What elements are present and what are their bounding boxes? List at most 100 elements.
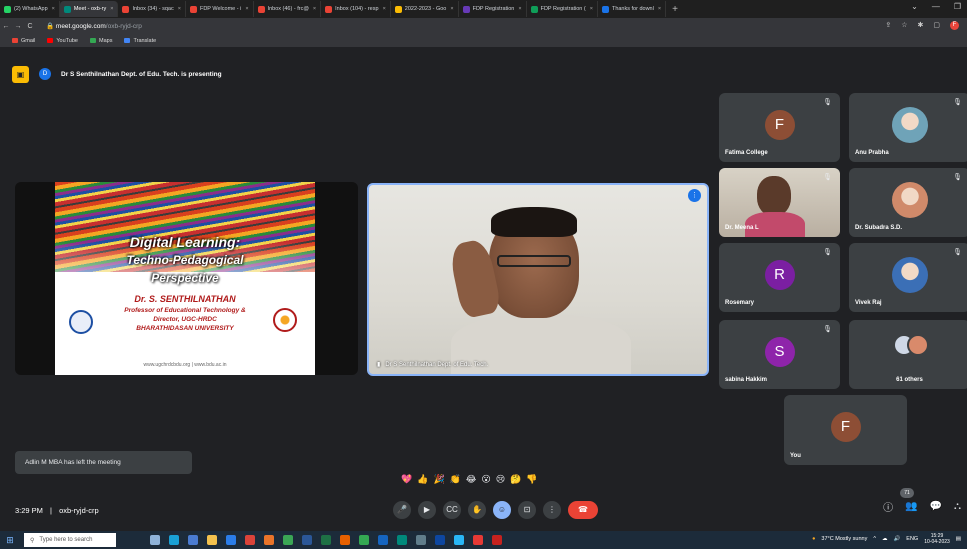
tray-overflow-icon[interactable]: ^: [873, 536, 876, 542]
participant-tile[interactable]: 🎙 Vivek Raj: [849, 243, 967, 312]
close-tab-icon[interactable]: ×: [178, 6, 181, 12]
network-icon[interactable]: ☁: [882, 536, 888, 542]
close-tab-icon[interactable]: ×: [590, 6, 593, 12]
reload-icon[interactable]: C: [24, 23, 36, 30]
close-tab-icon[interactable]: ×: [52, 6, 55, 12]
chat-icon[interactable]: 💬: [930, 501, 942, 512]
info-icon[interactable]: ⓘ: [883, 499, 893, 514]
share-icon[interactable]: ⇪: [885, 21, 891, 30]
close-tab-icon[interactable]: ×: [658, 6, 661, 12]
bookmark-item[interactable]: Maps: [90, 38, 112, 44]
reaction-emoji[interactable]: 👏: [450, 474, 461, 485]
participant-tile[interactable]: 🎙 Anu Prabha: [849, 93, 967, 162]
participant-tile[interactable]: 🎙 Dr. Meena L: [719, 168, 840, 237]
browser-tab[interactable]: FDP Welcome - i ×: [186, 1, 254, 17]
taskbar-search-input[interactable]: ⚲ Type here to search: [24, 533, 116, 547]
browser-tab[interactable]: Meet - oxb-ry ×: [59, 1, 119, 17]
profile-avatar[interactable]: F: [950, 21, 959, 30]
participant-tile[interactable]: S 🎙 sabina Hakkim: [719, 320, 840, 389]
active-speaker-tile[interactable]: ⋮ ▮ Dr S Senthilnathan Dept. of Edu. Tec…: [367, 183, 709, 376]
reaction-emoji[interactable]: 👎: [526, 474, 537, 485]
bookmark-star-icon[interactable]: ☆: [901, 21, 907, 30]
maximize-button[interactable]: ❐: [954, 2, 961, 11]
back-icon[interactable]: ←: [0, 23, 12, 30]
captions-button[interactable]: CC: [443, 501, 461, 519]
bookmark-item[interactable]: Gmail: [12, 38, 35, 44]
app-green-icon[interactable]: [283, 535, 293, 545]
app-teal-icon[interactable]: [397, 535, 407, 545]
activities-icon[interactable]: ⛬: [954, 501, 961, 512]
close-tab-icon[interactable]: ×: [383, 6, 386, 12]
camera-button[interactable]: ▶: [418, 501, 436, 519]
app-gray-icon[interactable]: [416, 535, 426, 545]
taskbar-clock[interactable]: 15:29 10-04-2023: [924, 533, 950, 545]
opera-icon[interactable]: [473, 535, 483, 545]
app-blue-icon[interactable]: [378, 535, 388, 545]
new-tab-button[interactable]: +: [666, 4, 684, 15]
browser-tab[interactable]: Thanks for downl ×: [598, 1, 667, 17]
url-field[interactable]: 🔒 meet.google.com/oxb-ryjd-crp: [46, 22, 142, 30]
browser-tab[interactable]: Inbox (34) - sqac ×: [118, 1, 186, 17]
app-red-icon[interactable]: [245, 535, 255, 545]
word-icon[interactable]: [302, 535, 312, 545]
close-tab-icon[interactable]: ×: [245, 6, 248, 12]
reaction-emoji[interactable]: 🎉: [433, 474, 444, 485]
sidebar-icon[interactable]: ▢: [933, 21, 940, 30]
minimize-button[interactable]: —: [932, 2, 940, 11]
forward-icon[interactable]: →: [12, 23, 24, 30]
close-tab-icon[interactable]: ×: [518, 6, 521, 12]
more-options-button[interactable]: ⋮: [543, 501, 561, 519]
app-dark-icon[interactable]: [435, 535, 445, 545]
close-tab-icon[interactable]: ×: [450, 6, 453, 12]
leave-call-button[interactable]: ☎: [568, 501, 598, 519]
weather-text[interactable]: 37°C Mostly sunny: [821, 536, 867, 542]
close-tab-icon[interactable]: ×: [313, 6, 316, 12]
browser-tab[interactable]: Inbox (46) - frc@ ×: [254, 1, 322, 17]
excel-icon[interactable]: [321, 535, 331, 545]
people-icon[interactable]: 👥: [905, 501, 917, 512]
start-button-icon[interactable]: ⊞: [0, 535, 20, 546]
browser-tab[interactable]: (2) WhatsApp ×: [0, 1, 60, 17]
explorer-icon[interactable]: [207, 535, 217, 545]
bookmark-item[interactable]: YouTube: [47, 38, 78, 44]
reaction-emoji[interactable]: 😂: [466, 474, 477, 485]
microphone-button[interactable]: 🎤: [393, 501, 411, 519]
chrome-active-icon[interactable]: [492, 535, 502, 545]
participant-tile[interactable]: R 🎙 Rosemary: [719, 243, 840, 312]
reaction-emoji[interactable]: 😢: [496, 474, 505, 485]
self-tile[interactable]: F You: [784, 395, 907, 465]
app-orange-icon[interactable]: [264, 535, 274, 545]
language-indicator[interactable]: ENG: [906, 536, 918, 542]
participant-tile[interactable]: 61 others: [849, 320, 967, 389]
raise-hand-button[interactable]: ✋: [468, 501, 486, 519]
present-now-button[interactable]: ⊡: [518, 501, 536, 519]
reactions-button[interactable]: ☺: [493, 501, 511, 519]
store-icon[interactable]: [188, 535, 198, 545]
edge-icon[interactable]: [169, 535, 179, 545]
mail-icon[interactable]: [226, 535, 236, 545]
extensions-icon[interactable]: ✱: [918, 21, 924, 30]
taskview-icon[interactable]: [150, 535, 160, 545]
reaction-emoji[interactable]: 🤔: [510, 474, 521, 485]
app-sky-icon[interactable]: [454, 535, 464, 545]
tab-favicon-icon: [4, 5, 11, 13]
reaction-emoji[interactable]: 💖: [401, 474, 412, 485]
reaction-emoji[interactable]: 👍: [417, 474, 428, 485]
close-tab-icon[interactable]: ×: [110, 6, 113, 12]
tab-search-icon[interactable]: ⌄: [911, 2, 918, 11]
browser-tab[interactable]: Inbox (104) - resp ×: [321, 1, 391, 17]
participant-tile[interactable]: 🎙 Dr. Subadra S.D.: [849, 168, 967, 237]
chrome-icon[interactable]: [359, 535, 369, 545]
bookmark-item[interactable]: Translate: [124, 38, 156, 44]
notifications-icon[interactable]: ▤: [956, 536, 961, 542]
browser-tab[interactable]: 2022-2023 - Goo ×: [391, 1, 459, 17]
browser-tab[interactable]: FDP Registration (×: [527, 1, 598, 17]
screen-share-tile[interactable]: Digital Learning: Techno-Pedagogical Per…: [15, 182, 358, 375]
present-screen-icon[interactable]: ▣: [12, 65, 29, 83]
weather-icon[interactable]: ●: [812, 536, 815, 542]
firefox-icon[interactable]: [340, 535, 350, 545]
browser-tab[interactable]: FDP Registration ×: [459, 1, 527, 17]
volume-icon[interactable]: 🔊: [893, 536, 900, 542]
reaction-emoji[interactable]: 😮: [481, 474, 490, 485]
participant-tile[interactable]: F 🎙 Fatima College: [719, 93, 840, 162]
